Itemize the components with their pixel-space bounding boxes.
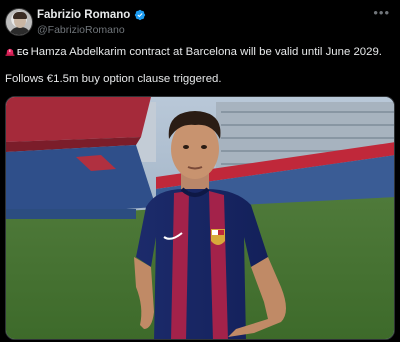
tweet-header: Fabrizio Romano @FabrizioRomano ••• [0,0,400,42]
advert-board [6,209,136,219]
tweet-text: EG Hamza Abdelkarim contract at Barcelona… [5,45,395,87]
tweet-media-photo[interactable] [5,96,395,340]
tweet-line-2: Follows €1.5m buy option clause triggere… [5,73,222,85]
avatar-shirt [9,27,31,35]
author-handle[interactable]: @FabrizioRomano [37,24,125,36]
flag-emoji-label: EG [17,48,29,57]
stadium-stands [6,145,156,217]
avatar[interactable] [5,8,33,36]
tweet-line-1: EG Hamza Abdelkarim contract at Barcelona… [5,45,395,60]
verified-badge-icon [135,9,146,21]
player-photo-illustration [6,97,394,339]
author-name[interactable]: Fabrizio Romano [37,9,130,21]
avatar-hair [13,12,27,19]
siren-icon [5,48,15,56]
author-name-row: Fabrizio Romano [37,9,146,21]
stadium-roof [6,97,151,142]
more-options-icon[interactable]: ••• [373,5,390,20]
tweet-line-1-text: Hamza Abdelkarim contract at Barcelona w… [30,46,382,58]
